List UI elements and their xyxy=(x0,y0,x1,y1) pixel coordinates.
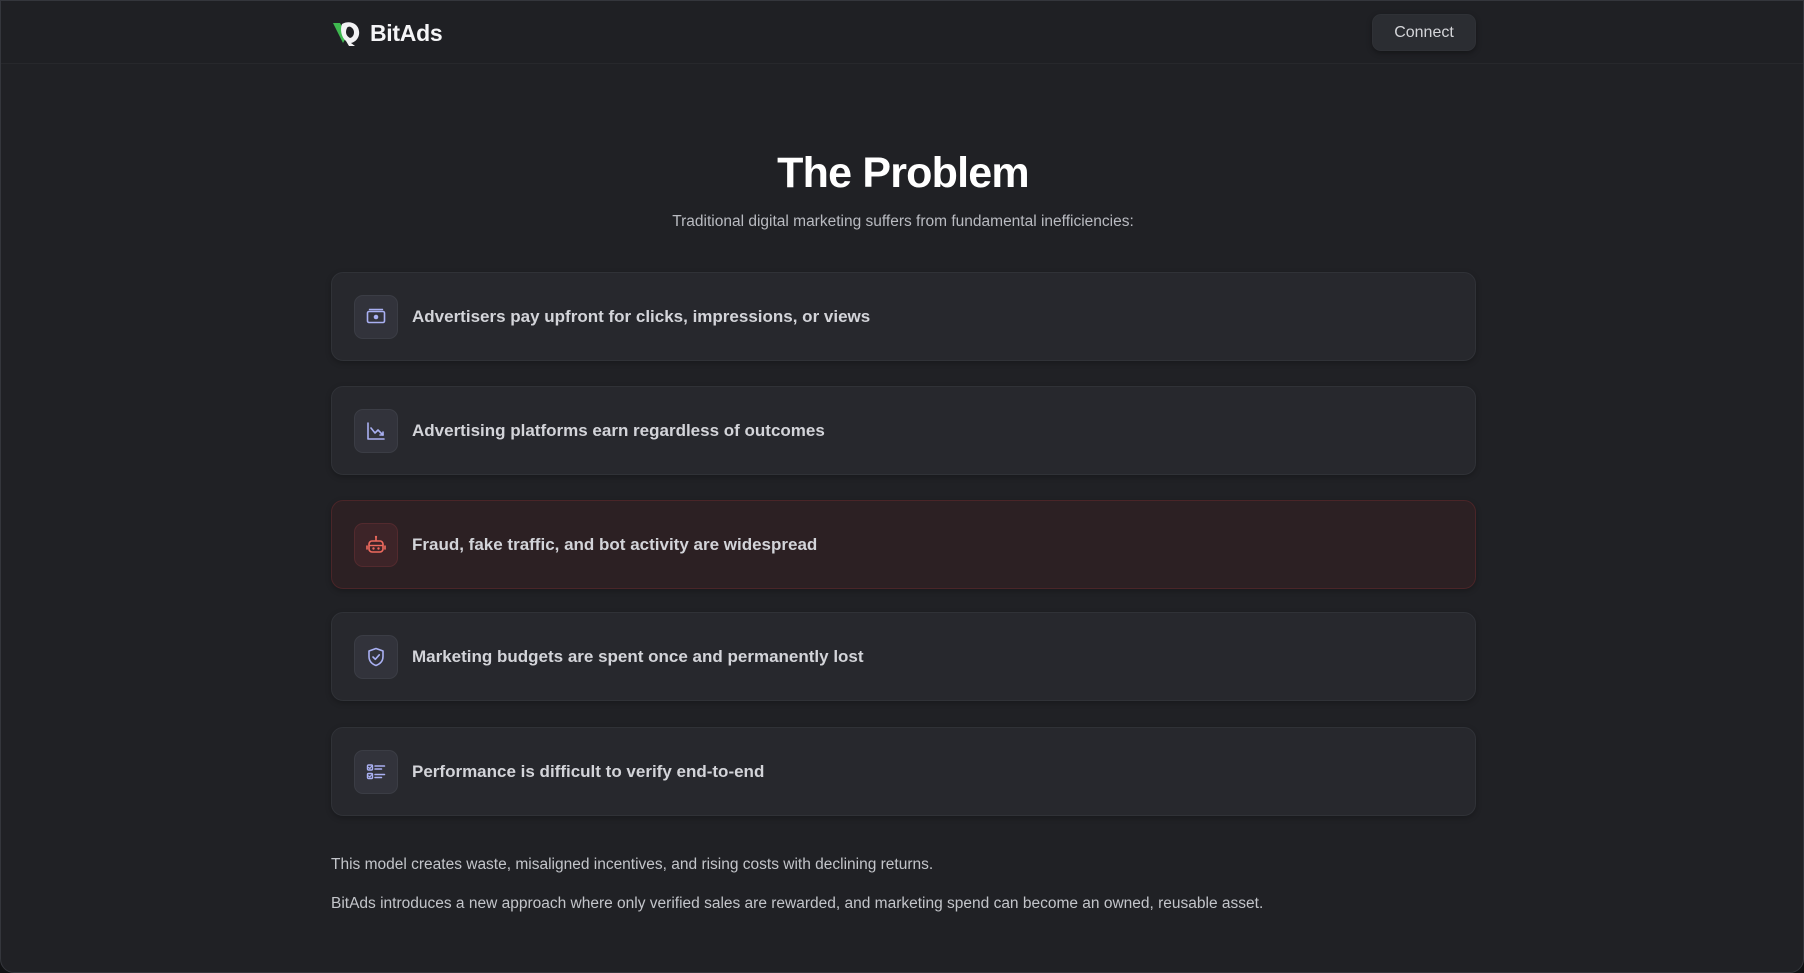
top-navbar: BitAds Connect xyxy=(1,1,1803,64)
problem-card-fraud: Fraud, fake traffic, and bot activity ar… xyxy=(331,500,1476,589)
money-icon xyxy=(354,294,398,339)
checklist-icon xyxy=(354,749,398,794)
problem-card-platform-earnings: Advertising platforms earn regardless of… xyxy=(331,386,1476,475)
summary-paragraph: This model creates waste, misaligned inc… xyxy=(331,856,934,873)
brand-name: BitAds xyxy=(370,19,443,46)
connect-button[interactable]: Connect xyxy=(1372,14,1476,51)
shield-check-icon xyxy=(354,634,398,679)
problem-label: Advertising platforms earn regardless of… xyxy=(412,420,825,440)
problem-label: Fraud, fake traffic, and bot activity ar… xyxy=(412,534,818,554)
trending-down-chart-icon xyxy=(354,408,398,453)
page-title: The Problem xyxy=(777,149,1029,197)
solution-paragraph: BitAds introduces a new approach where o… xyxy=(331,895,1264,912)
problem-card-upfront-payment: Advertisers pay upfront for clicks, impr… xyxy=(331,272,1476,361)
page-subtitle: Traditional digital marketing suffers fr… xyxy=(672,213,1134,230)
app-window: BitAds Connect The Problem Traditional d… xyxy=(0,0,1804,973)
problem-card-performance: Performance is difficult to verify end-t… xyxy=(331,727,1476,816)
bitads-logo-icon xyxy=(333,22,360,46)
problem-card-budgets-lost: Marketing budgets are spent once and per… xyxy=(331,612,1476,701)
problem-label: Performance is difficult to verify end-t… xyxy=(412,761,765,781)
bot-icon xyxy=(354,522,398,567)
problem-label: Marketing budgets are spent once and per… xyxy=(412,646,864,666)
problem-label: Advertisers pay upfront for clicks, impr… xyxy=(412,306,871,326)
brand[interactable]: BitAds xyxy=(331,18,443,48)
